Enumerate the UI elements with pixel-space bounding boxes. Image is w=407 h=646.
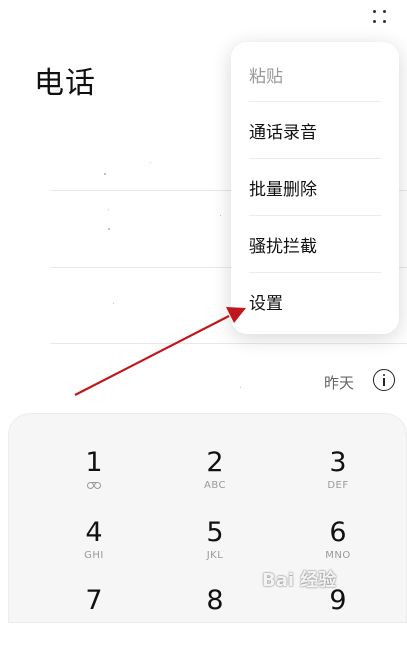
key-8[interactable]: 8 — [175, 586, 255, 646]
info-icon-bar — [382, 378, 385, 386]
blurred-text — [108, 209, 109, 210]
watermark: Bai 经验 — [262, 570, 337, 591]
more-options-button[interactable] — [371, 6, 389, 26]
voicemail-icon — [87, 482, 101, 489]
call-log-divider — [50, 343, 407, 344]
blurred-text — [113, 303, 114, 304]
info-icon-dot — [382, 374, 385, 377]
key-digit: 2 — [206, 447, 224, 478]
more-vertical-icon — [373, 10, 376, 13]
key-4[interactable]: 4 GHI — [54, 518, 134, 578]
key-9[interactable]: 9 — [298, 586, 378, 646]
page-title: 电话 — [34, 66, 96, 101]
key-letters: JKL — [206, 550, 224, 561]
key-5[interactable]: 5 JKL — [175, 518, 255, 578]
overflow-menu: 粘贴 通话录音 批量删除 骚扰拦截 设置 — [231, 42, 399, 334]
key-digit: 5 — [206, 517, 224, 548]
more-vertical-icon-dot — [383, 20, 386, 23]
blurred-text — [220, 215, 221, 216]
more-vertical-icon-dot — [383, 10, 386, 13]
menu-item-settings[interactable]: 设置 — [249, 273, 381, 330]
blurred-text — [108, 228, 110, 230]
key-digit: 6 — [329, 517, 347, 548]
call-date-label: 昨天 — [324, 374, 355, 392]
key-digit: 1 — [85, 447, 103, 478]
blurred-text — [150, 162, 151, 163]
menu-item-paste[interactable]: 粘贴 — [249, 46, 381, 103]
key-letters — [54, 480, 134, 492]
key-digit: 3 — [329, 447, 347, 478]
menu-item-batch-delete[interactable]: 批量删除 — [249, 159, 381, 216]
key-7[interactable]: 7 — [54, 586, 134, 646]
key-letters: ABC — [203, 480, 226, 491]
blurred-text — [104, 173, 106, 175]
key-letters: GHI — [84, 550, 104, 561]
menu-item-call-recording[interactable]: 通话录音 — [249, 102, 381, 159]
key-digit: 4 — [85, 517, 103, 548]
info-icon[interactable] — [373, 369, 395, 391]
blurred-text — [240, 387, 241, 388]
key-letters: MNO — [325, 550, 351, 561]
more-vertical-icon-dot — [373, 20, 376, 23]
key-3[interactable]: 3 DEF — [298, 448, 378, 508]
key-letters: DEF — [327, 480, 349, 491]
menu-item-spam-block[interactable]: 骚扰拦截 — [249, 216, 381, 273]
dial-keypad: 1 2 ABC 3 DEF 4 GHI 5 JKL 6 MNO 7 8 9 — [8, 413, 407, 623]
key-2[interactable]: 2 ABC — [175, 448, 255, 508]
key-1[interactable]: 1 — [54, 448, 134, 508]
